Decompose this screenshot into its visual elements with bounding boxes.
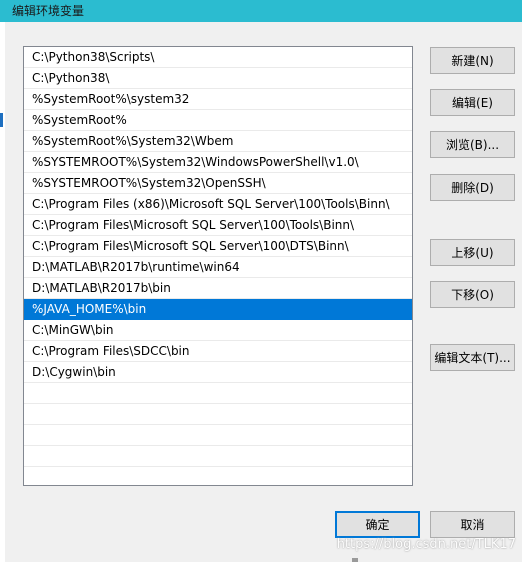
list-item[interactable]: %SystemRoot%\System32\Wbem bbox=[24, 131, 412, 152]
list-item[interactable]: D:\MATLAB\R2017b\runtime\win64 bbox=[24, 257, 412, 278]
edit-env-var-dialog: 编辑环境变量 C:\Python38\Scripts\ C:\Python38\… bbox=[0, 0, 522, 562]
list-item[interactable]: %SystemRoot%\system32 bbox=[24, 89, 412, 110]
watermark-text: https://blog.csdn.net/TLK17 bbox=[336, 537, 516, 552]
list-item[interactable]: %SystemRoot% bbox=[24, 110, 412, 131]
list-item[interactable]: C:\MinGW\bin bbox=[24, 320, 412, 341]
title-bar[interactable]: 编辑环境变量 bbox=[0, 0, 522, 22]
list-item[interactable]: D:\MATLAB\R2017b\bin bbox=[24, 278, 412, 299]
list-item[interactable]: C:\Program Files\Microsoft SQL Server\10… bbox=[24, 215, 412, 236]
new-button[interactable]: 新建(N) bbox=[430, 47, 515, 74]
resize-grip bbox=[352, 558, 358, 562]
list-item-empty[interactable] bbox=[24, 446, 412, 467]
list-item-empty[interactable] bbox=[24, 425, 412, 446]
list-item[interactable]: %SYSTEMROOT%\System32\WindowsPowerShell\… bbox=[24, 152, 412, 173]
list-item-empty[interactable] bbox=[24, 383, 412, 404]
cancel-button[interactable]: 取消 bbox=[430, 511, 515, 538]
list-item-empty[interactable] bbox=[24, 404, 412, 425]
ok-button[interactable]: 确定 bbox=[335, 511, 420, 538]
background-window-edge bbox=[0, 22, 5, 562]
delete-button[interactable]: 删除(D) bbox=[430, 174, 515, 201]
list-item[interactable]: C:\Program Files\SDCC\bin bbox=[24, 341, 412, 362]
path-entries-list[interactable]: C:\Python38\Scripts\ C:\Python38\ %Syste… bbox=[23, 46, 413, 486]
list-item[interactable]: C:\Python38\Scripts\ bbox=[24, 47, 412, 68]
list-item[interactable]: %JAVA_HOME%\bin bbox=[24, 299, 412, 320]
move-up-button[interactable]: 上移(U) bbox=[430, 239, 515, 266]
move-down-button[interactable]: 下移(O) bbox=[430, 281, 515, 308]
background-window-accent bbox=[0, 113, 3, 127]
list-item-empty[interactable] bbox=[24, 467, 412, 485]
list-item[interactable]: C:\Program Files\Microsoft SQL Server\10… bbox=[24, 236, 412, 257]
window-title: 编辑环境变量 bbox=[12, 4, 85, 18]
list-item[interactable]: %SYSTEMROOT%\System32\OpenSSH\ bbox=[24, 173, 412, 194]
browse-button[interactable]: 浏览(B)... bbox=[430, 131, 515, 158]
edit-button[interactable]: 编辑(E) bbox=[430, 89, 515, 116]
list-item[interactable]: C:\Program Files (x86)\Microsoft SQL Ser… bbox=[24, 194, 412, 215]
edit-text-button[interactable]: 编辑文本(T)... bbox=[430, 344, 515, 371]
list-item[interactable]: D:\Cygwin\bin bbox=[24, 362, 412, 383]
list-item[interactable]: C:\Python38\ bbox=[24, 68, 412, 89]
